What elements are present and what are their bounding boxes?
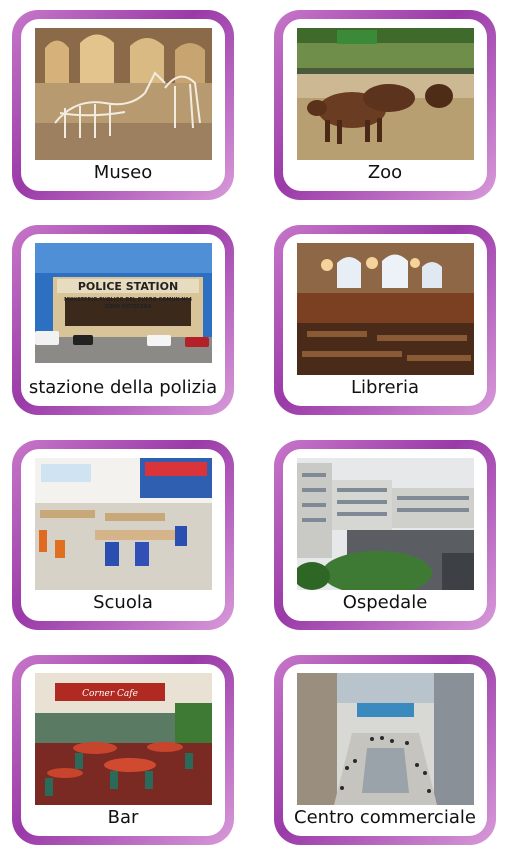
card-label: Scuola	[93, 592, 153, 613]
card-ospedale: Ospedale	[274, 440, 496, 630]
police-sign-line1: MINISTERIO PUBLICO DEL FUERO COMUN Nº4	[64, 297, 192, 303]
bar-sign-text: Corner Cafe	[82, 689, 138, 699]
police-station-photo: POLICE STATION MINISTERIO PUBLICO DEL FU…	[35, 243, 212, 375]
card-centro-commerciale: Centro commerciale	[274, 655, 496, 845]
card-label: stazione della polizia	[28, 377, 218, 398]
card-inner: Museo	[21, 19, 225, 191]
card-label: Centro commerciale	[294, 807, 476, 828]
zoo-photo	[297, 28, 474, 160]
card-label: Museo	[93, 162, 153, 183]
police-sign-title: POLICE STATION	[78, 280, 178, 293]
card-bar: Corner Cafe Bar	[12, 655, 234, 845]
card-label: Bar	[107, 807, 139, 828]
museum-photo	[35, 28, 212, 160]
flashcard-grid: Museo Zoo POLICE STATION MINISTERIO PUBL…	[0, 0, 518, 850]
bar-photo: Corner Cafe	[35, 673, 212, 805]
school-photo	[35, 458, 212, 590]
card-scuola: Scuola	[12, 440, 234, 630]
card-libreria: Libreria	[274, 225, 496, 415]
card-museo: Museo	[12, 10, 234, 200]
hospital-photo	[297, 458, 474, 590]
card-zoo: Zoo	[274, 10, 496, 200]
card-inner: Libreria	[283, 234, 487, 406]
card-inner: Ospedale	[283, 449, 487, 621]
card-stazione-della-polizia: POLICE STATION MINISTERIO PUBLICO DEL FU…	[12, 225, 234, 415]
card-inner: Zoo	[283, 19, 487, 191]
card-inner: POLICE STATION MINISTERIO PUBLICO DEL FU…	[21, 234, 225, 406]
card-inner: Scuola	[21, 449, 225, 621]
mall-photo	[297, 673, 474, 805]
library-photo	[297, 243, 474, 375]
card-label: Libreria	[351, 377, 419, 398]
police-sign-line2: ZONA HOTELERA	[104, 304, 151, 310]
card-label: Zoo	[367, 162, 403, 183]
card-label: Ospedale	[342, 592, 428, 613]
card-inner: Centro commerciale	[283, 664, 487, 836]
card-inner: Corner Cafe Bar	[21, 664, 225, 836]
